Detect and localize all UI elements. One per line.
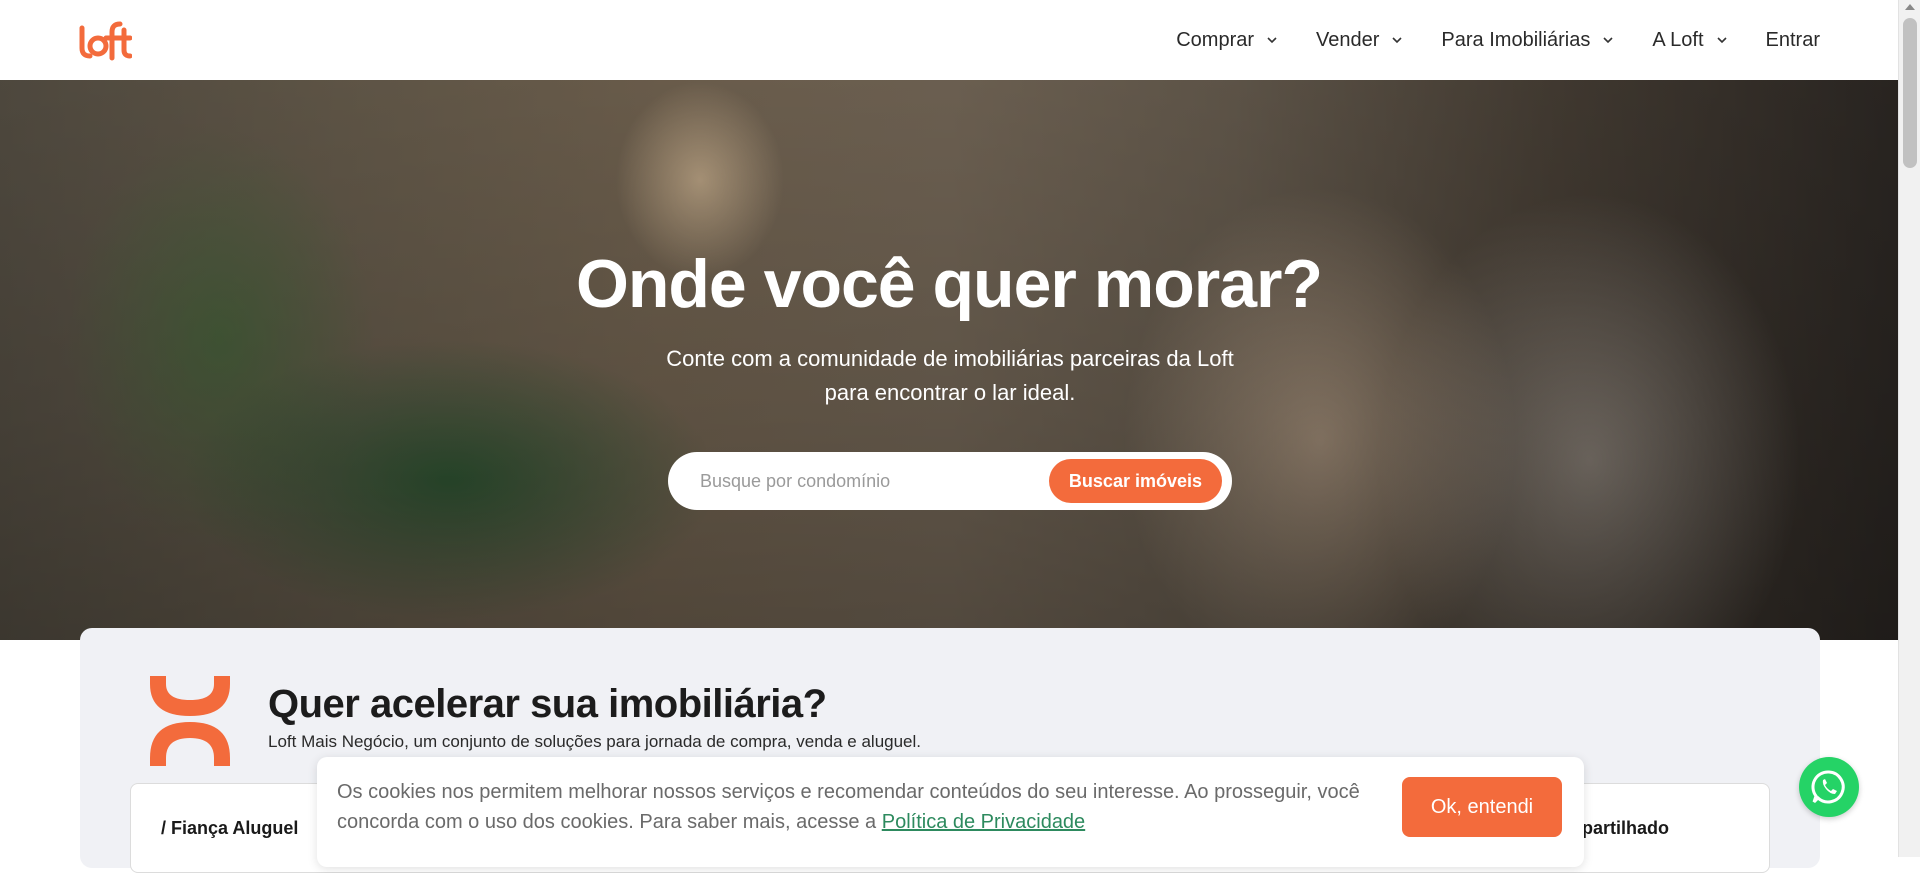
nav-vender[interactable]: Vender <box>1316 29 1403 52</box>
loft-logo-icon[interactable] <box>78 18 132 62</box>
hero-subtitle: Conte com a comunidade de imobiliárias p… <box>666 346 1234 405</box>
section-subtitle: Loft Mais Negócio, um conjunto de soluçõ… <box>268 732 922 751</box>
chevron-down-icon <box>1392 37 1402 44</box>
loft-mais-negocio-icon <box>150 676 230 766</box>
nav-label: Entrar <box>1765 28 1820 51</box>
nav-label: A Loft <box>1652 28 1704 51</box>
nav-label: Comprar <box>1176 28 1255 51</box>
whatsapp-icon <box>1811 770 1845 804</box>
search-input[interactable] <box>700 470 1049 492</box>
accept-cookies-button[interactable]: Ok, entendi <box>1402 777 1562 837</box>
page-scrollbar[interactable] <box>1898 0 1920 857</box>
main-nav: Comprar Vender Para Imobiliárias A Loft … <box>1138 0 1820 80</box>
cookie-banner: Os cookies nos permitem melhorar nossos … <box>317 757 1584 867</box>
chevron-down-icon <box>1267 37 1277 44</box>
scrollbar-thumb[interactable] <box>1903 18 1917 168</box>
nav-para-imobiliarias[interactable]: Para Imobiliárias <box>1441 29 1614 52</box>
nav-label: Para Imobiliárias <box>1441 28 1591 51</box>
cookie-text: Os cookies nos permitem melhorar nossos … <box>337 777 1387 837</box>
whatsapp-button[interactable] <box>1799 757 1859 817</box>
nav-entrar[interactable]: Entrar <box>1766 29 1820 52</box>
search-button[interactable]: Buscar imóveis <box>1048 459 1222 503</box>
tab-compartilhado[interactable]: partilhado <box>1582 818 1669 839</box>
tab-fianca-aluguel[interactable]: / Fiança Aluguel <box>161 818 298 839</box>
nav-a-loft[interactable]: A Loft <box>1652 29 1727 52</box>
top-navigation-bar: Comprar Vender Para Imobiliárias A Loft … <box>0 0 1920 80</box>
chevron-down-icon <box>1603 37 1613 44</box>
search-bar: Buscar imóveis <box>668 452 1232 510</box>
nav-label: Vender <box>1316 28 1380 51</box>
hero-section: Onde você quer morar? Conte com a comuni… <box>0 80 1898 640</box>
hero-title: Onde você quer morar? <box>575 246 1323 322</box>
cookie-message: Os cookies nos permitem melhorar nossos … <box>337 781 1360 833</box>
scroll-up-arrow-icon[interactable] <box>1905 4 1915 10</box>
privacy-policy-link[interactable]: Política de Privacidade <box>882 811 1085 833</box>
nav-comprar[interactable]: Comprar <box>1176 29 1278 52</box>
chevron-down-icon <box>1716 37 1727 44</box>
section-title: Quer acelerar sua imobiliária? <box>268 682 827 726</box>
